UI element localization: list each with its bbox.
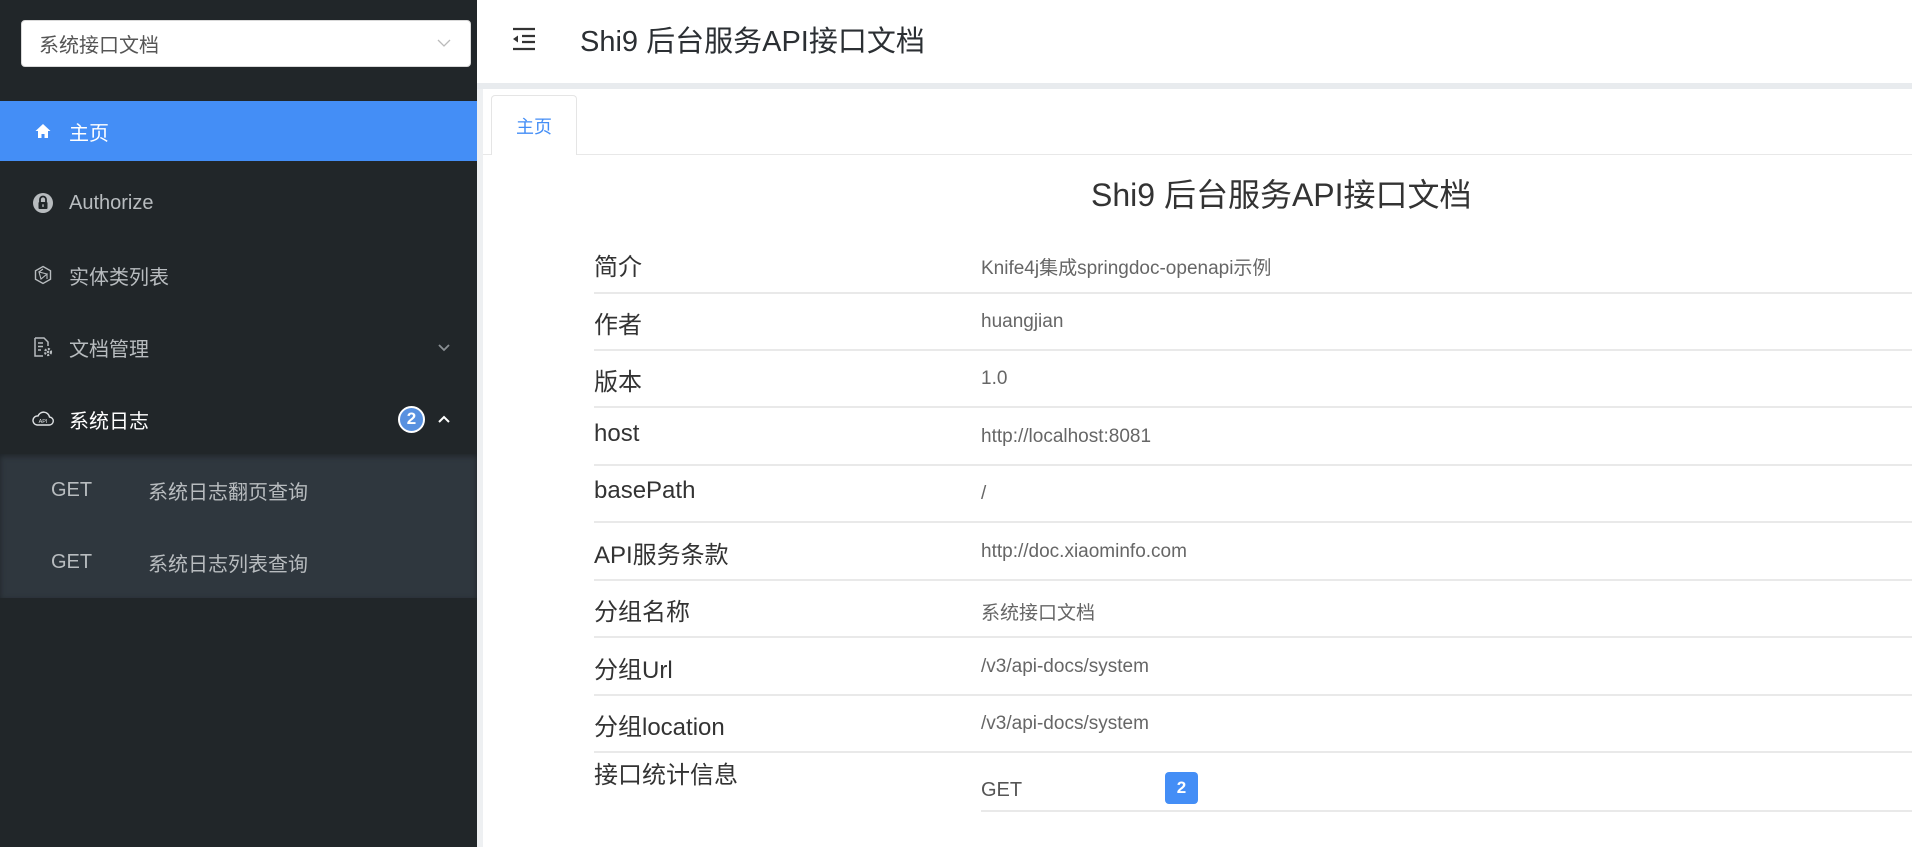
chevron-up-icon <box>438 415 450 423</box>
info-key: 作者 <box>594 312 642 339</box>
info-key: host <box>594 420 640 447</box>
doc-overview: Shi9 后台服务API接口文档 简介 Knife4j集成springdoc-op… <box>483 155 1912 847</box>
sidebar-item-label: 主页 <box>69 122 109 145</box>
doc-title: Shi9 后台服务API接口文档 <box>1091 177 1472 213</box>
info-key: basePath <box>594 477 696 504</box>
info-key: 接口统计信息 <box>594 762 738 789</box>
stats-row: 接口统计信息 GET 2 <box>594 745 1912 815</box>
group-select-value: 系统接口文档 <box>39 35 159 57</box>
http-method: GET <box>51 550 93 573</box>
api-item[interactable]: GET 系统日志列表查询 <box>0 526 477 598</box>
header: Shi9 后台服务API接口文档 <box>477 0 1912 83</box>
info-row: 简介 Knife4j集成springdoc-openapi示例 <box>594 237 1912 294</box>
model-icon <box>32 264 54 286</box>
sidebar-item-label: 实体类列表 <box>69 266 169 289</box>
info-row: host http://localhost:8081 <box>594 409 1912 466</box>
info-value: /v3/api-docs/system <box>981 656 1149 677</box>
menu-collapse-icon[interactable] <box>511 26 537 52</box>
stats-line: GET 2 <box>981 745 1912 812</box>
info-row: 作者 huangjian <box>594 294 1912 351</box>
info-key: 简介 <box>594 254 642 281</box>
sidebar-item-authorize[interactable]: Authorize <box>0 173 477 233</box>
sidebar-item-label: 文档管理 <box>69 338 149 361</box>
sidebar-item-home[interactable]: 主页 <box>0 101 477 161</box>
info-value: 1.0 <box>981 368 1008 389</box>
sidebar-item-label: Authorize <box>69 191 154 214</box>
doc-settings-icon <box>32 336 54 358</box>
api-name: 系统日志翻页查询 <box>148 481 308 504</box>
page-title: Shi9 后台服务API接口文档 <box>580 26 925 58</box>
info-value: http://doc.xiaominfo.com <box>981 541 1187 562</box>
info-key: 分组名称 <box>594 599 690 626</box>
count-badge: 2 <box>1165 772 1198 804</box>
svg-text:API: API <box>39 419 48 425</box>
tab-home[interactable]: 主页 <box>491 95 577 156</box>
home-icon <box>32 120 54 142</box>
info-value: http://localhost:8081 <box>981 426 1152 447</box>
submenu-system-log: GET 系统日志翻页查询 GET 系统日志列表查询 <box>0 454 477 598</box>
info-key: 分组location <box>594 714 725 741</box>
http-method: GET <box>51 478 93 501</box>
api-name: 系统日志列表查询 <box>148 553 308 576</box>
lock-icon <box>32 192 54 214</box>
tab-bar: 主页 <box>483 89 1912 156</box>
group-select[interactable]: 系统接口文档 <box>21 20 471 67</box>
info-row: basePath / <box>594 466 1912 523</box>
sidebar-item-models[interactable]: 实体类列表 <box>0 245 477 305</box>
sidebar-item-doc-management[interactable]: 文档管理 <box>0 317 477 377</box>
sidebar-item-label: 系统日志 <box>69 410 149 433</box>
chevron-down-icon <box>437 39 451 47</box>
info-value: Knife4j集成springdoc-openapi示例 <box>981 258 1272 279</box>
sidebar: 系统接口文档 主页 Authorize 实体类列表 文档管理 API 系统日志 … <box>0 0 477 847</box>
info-key: API服务条款 <box>594 542 729 569</box>
info-row: 版本 1.0 <box>594 351 1912 408</box>
info-value: huangjian <box>981 311 1064 332</box>
http-method: GET <box>981 779 1023 801</box>
count-badge: 2 <box>398 405 425 433</box>
info-row: 分组Url/v3/api-docs/system <box>594 639 1912 696</box>
sidebar-item-system-log[interactable]: API 系统日志 2 <box>0 389 477 449</box>
info-value: 系统接口文档 <box>981 603 1096 624</box>
info-value: / <box>981 483 987 504</box>
api-item[interactable]: GET 系统日志翻页查询 <box>0 454 477 526</box>
info-value: /v3/api-docs/system <box>981 713 1149 734</box>
chevron-down-icon <box>438 344 450 352</box>
info-key: 版本 <box>594 369 642 396</box>
cloud-api-icon: API <box>32 408 54 430</box>
info-key: 分组Url <box>594 657 673 684</box>
info-row: 分组名称 系统接口文档 <box>594 581 1912 638</box>
info-row: API服务条款 http://doc.xiaominfo.com <box>594 524 1912 581</box>
